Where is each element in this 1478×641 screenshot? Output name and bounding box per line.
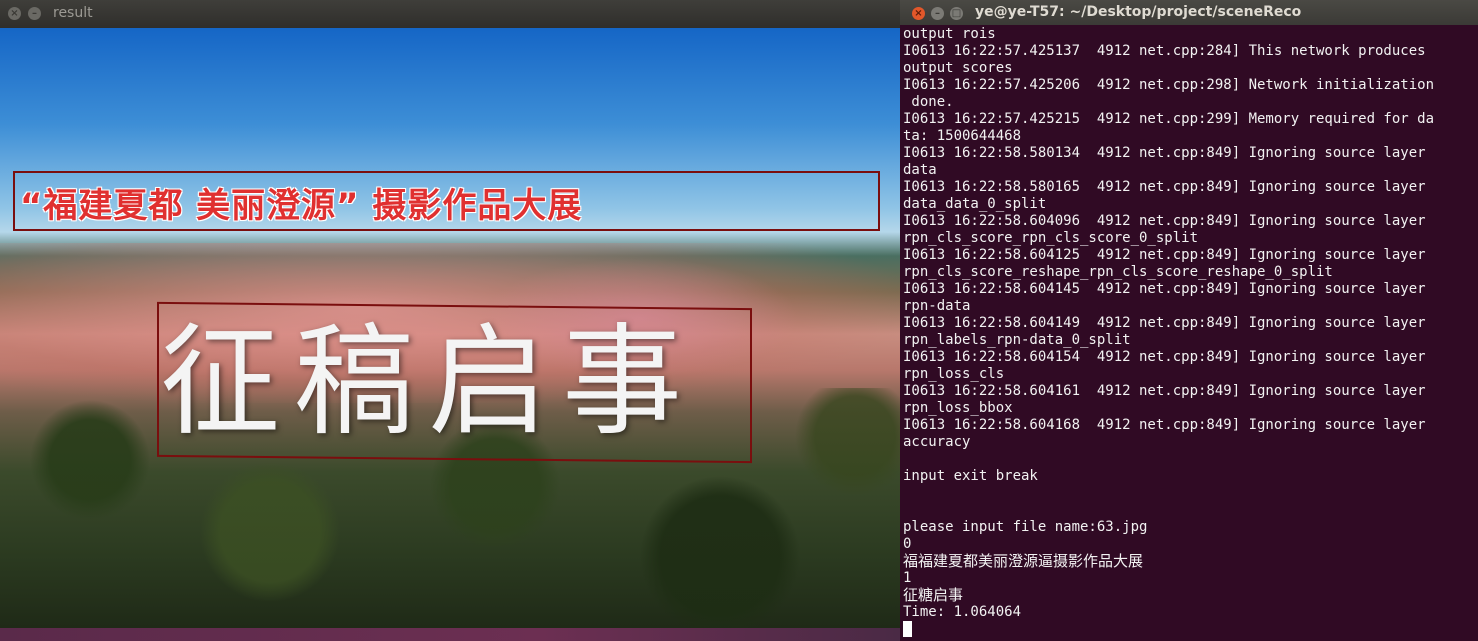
terminal-line: data bbox=[903, 162, 937, 178]
terminal-line: I0613 16:22:58.604149 4912 net.cpp:849] … bbox=[903, 315, 1426, 331]
result-image: “福建夏都 美丽澄源” 摄影作品大展 征稿启事 bbox=[0, 28, 900, 628]
terminal-line: I0613 16:22:57.425206 4912 net.cpp:298] … bbox=[903, 77, 1435, 93]
terminal-line: I0613 16:22:58.604096 4912 net.cpp:849] … bbox=[903, 213, 1426, 229]
terminal-line: I0613 16:22:58.604125 4912 net.cpp:849] … bbox=[903, 247, 1426, 263]
detection-box-banner bbox=[13, 171, 880, 231]
terminal-line: rpn-data bbox=[903, 298, 971, 314]
minimize-button[interactable]: – bbox=[28, 7, 41, 20]
terminal-line: rpn_loss_cls bbox=[903, 366, 1005, 382]
terminal-line: I0613 16:22:58.580134 4912 net.cpp:849] … bbox=[903, 145, 1426, 161]
terminal-line: I0613 16:22:58.604161 4912 net.cpp:849] … bbox=[903, 383, 1426, 399]
close-button[interactable]: × bbox=[912, 7, 925, 20]
terminal-line: I0613 16:22:58.604168 4912 net.cpp:849] … bbox=[903, 417, 1426, 433]
terminal-line: Time: 1.064064 bbox=[903, 604, 1022, 620]
terminal-line: I0613 16:22:57.425215 4912 net.cpp:299] … bbox=[903, 111, 1435, 127]
terminal-prompt-line[interactable] bbox=[903, 621, 1475, 638]
terminal-line: ta: 1500644468 bbox=[903, 128, 1022, 144]
terminal-line: I0613 16:22:58.604145 4912 net.cpp:849] … bbox=[903, 281, 1426, 297]
terminal-line: rpn_cls_score_rpn_cls_score_0_split bbox=[903, 230, 1199, 246]
terminal-line: output rois bbox=[903, 26, 996, 42]
terminal-window[interactable]: × – □ ye@ye-T57: ~/Desktop/project/scene… bbox=[900, 0, 1478, 641]
terminal-line: output scores bbox=[903, 60, 1013, 76]
result-window: × – result “福建夏都 美丽澄源” 摄影作品大展 征稿启事 bbox=[0, 0, 900, 641]
terminal-line: accuracy bbox=[903, 434, 971, 450]
terminal-line: done. bbox=[903, 94, 954, 110]
window-title: ye@ye-T57: ~/Desktop/project/sceneReco bbox=[975, 4, 1302, 20]
result-titlebar[interactable]: × – result bbox=[0, 0, 900, 28]
window-title: result bbox=[53, 5, 93, 21]
text-cursor bbox=[903, 621, 912, 637]
terminal-output[interactable]: output rois I0613 16:22:57.425137 4912 n… bbox=[903, 26, 1475, 638]
terminal-line: please input file name:63.jpg bbox=[903, 519, 1148, 535]
terminal-line: I0613 16:22:58.580165 4912 net.cpp:849] … bbox=[903, 179, 1426, 195]
terminal-line: I0613 16:22:58.604154 4912 net.cpp:849] … bbox=[903, 349, 1426, 365]
terminal-titlebar[interactable]: × – □ ye@ye-T57: ~/Desktop/project/scene… bbox=[900, 0, 1478, 25]
terminal-line: 征糖启事 bbox=[903, 586, 964, 604]
maximize-button[interactable]: □ bbox=[950, 7, 963, 20]
terminal-line: I0613 16:22:57.425137 4912 net.cpp:284] … bbox=[903, 43, 1426, 59]
terminal-line: data_data_0_split bbox=[903, 196, 1047, 212]
terminal-line: 0 bbox=[903, 536, 912, 552]
terminal-line: rpn_labels_rpn-data_0_split bbox=[903, 332, 1131, 348]
terminal-line: 1 bbox=[903, 570, 912, 586]
terminal-line: rpn_loss_bbox bbox=[903, 400, 1013, 416]
desktop-strip bbox=[0, 628, 900, 641]
detection-box-title bbox=[157, 301, 752, 464]
terminal-line: 福福建夏都美丽澄源逼摄影作品大展 bbox=[903, 552, 1144, 570]
terminal-line: input exit break bbox=[903, 468, 1038, 484]
terminal-line: rpn_cls_score_reshape_rpn_cls_score_resh… bbox=[903, 264, 1333, 280]
minimize-button[interactable]: – bbox=[931, 7, 944, 20]
close-button[interactable]: × bbox=[8, 7, 21, 20]
